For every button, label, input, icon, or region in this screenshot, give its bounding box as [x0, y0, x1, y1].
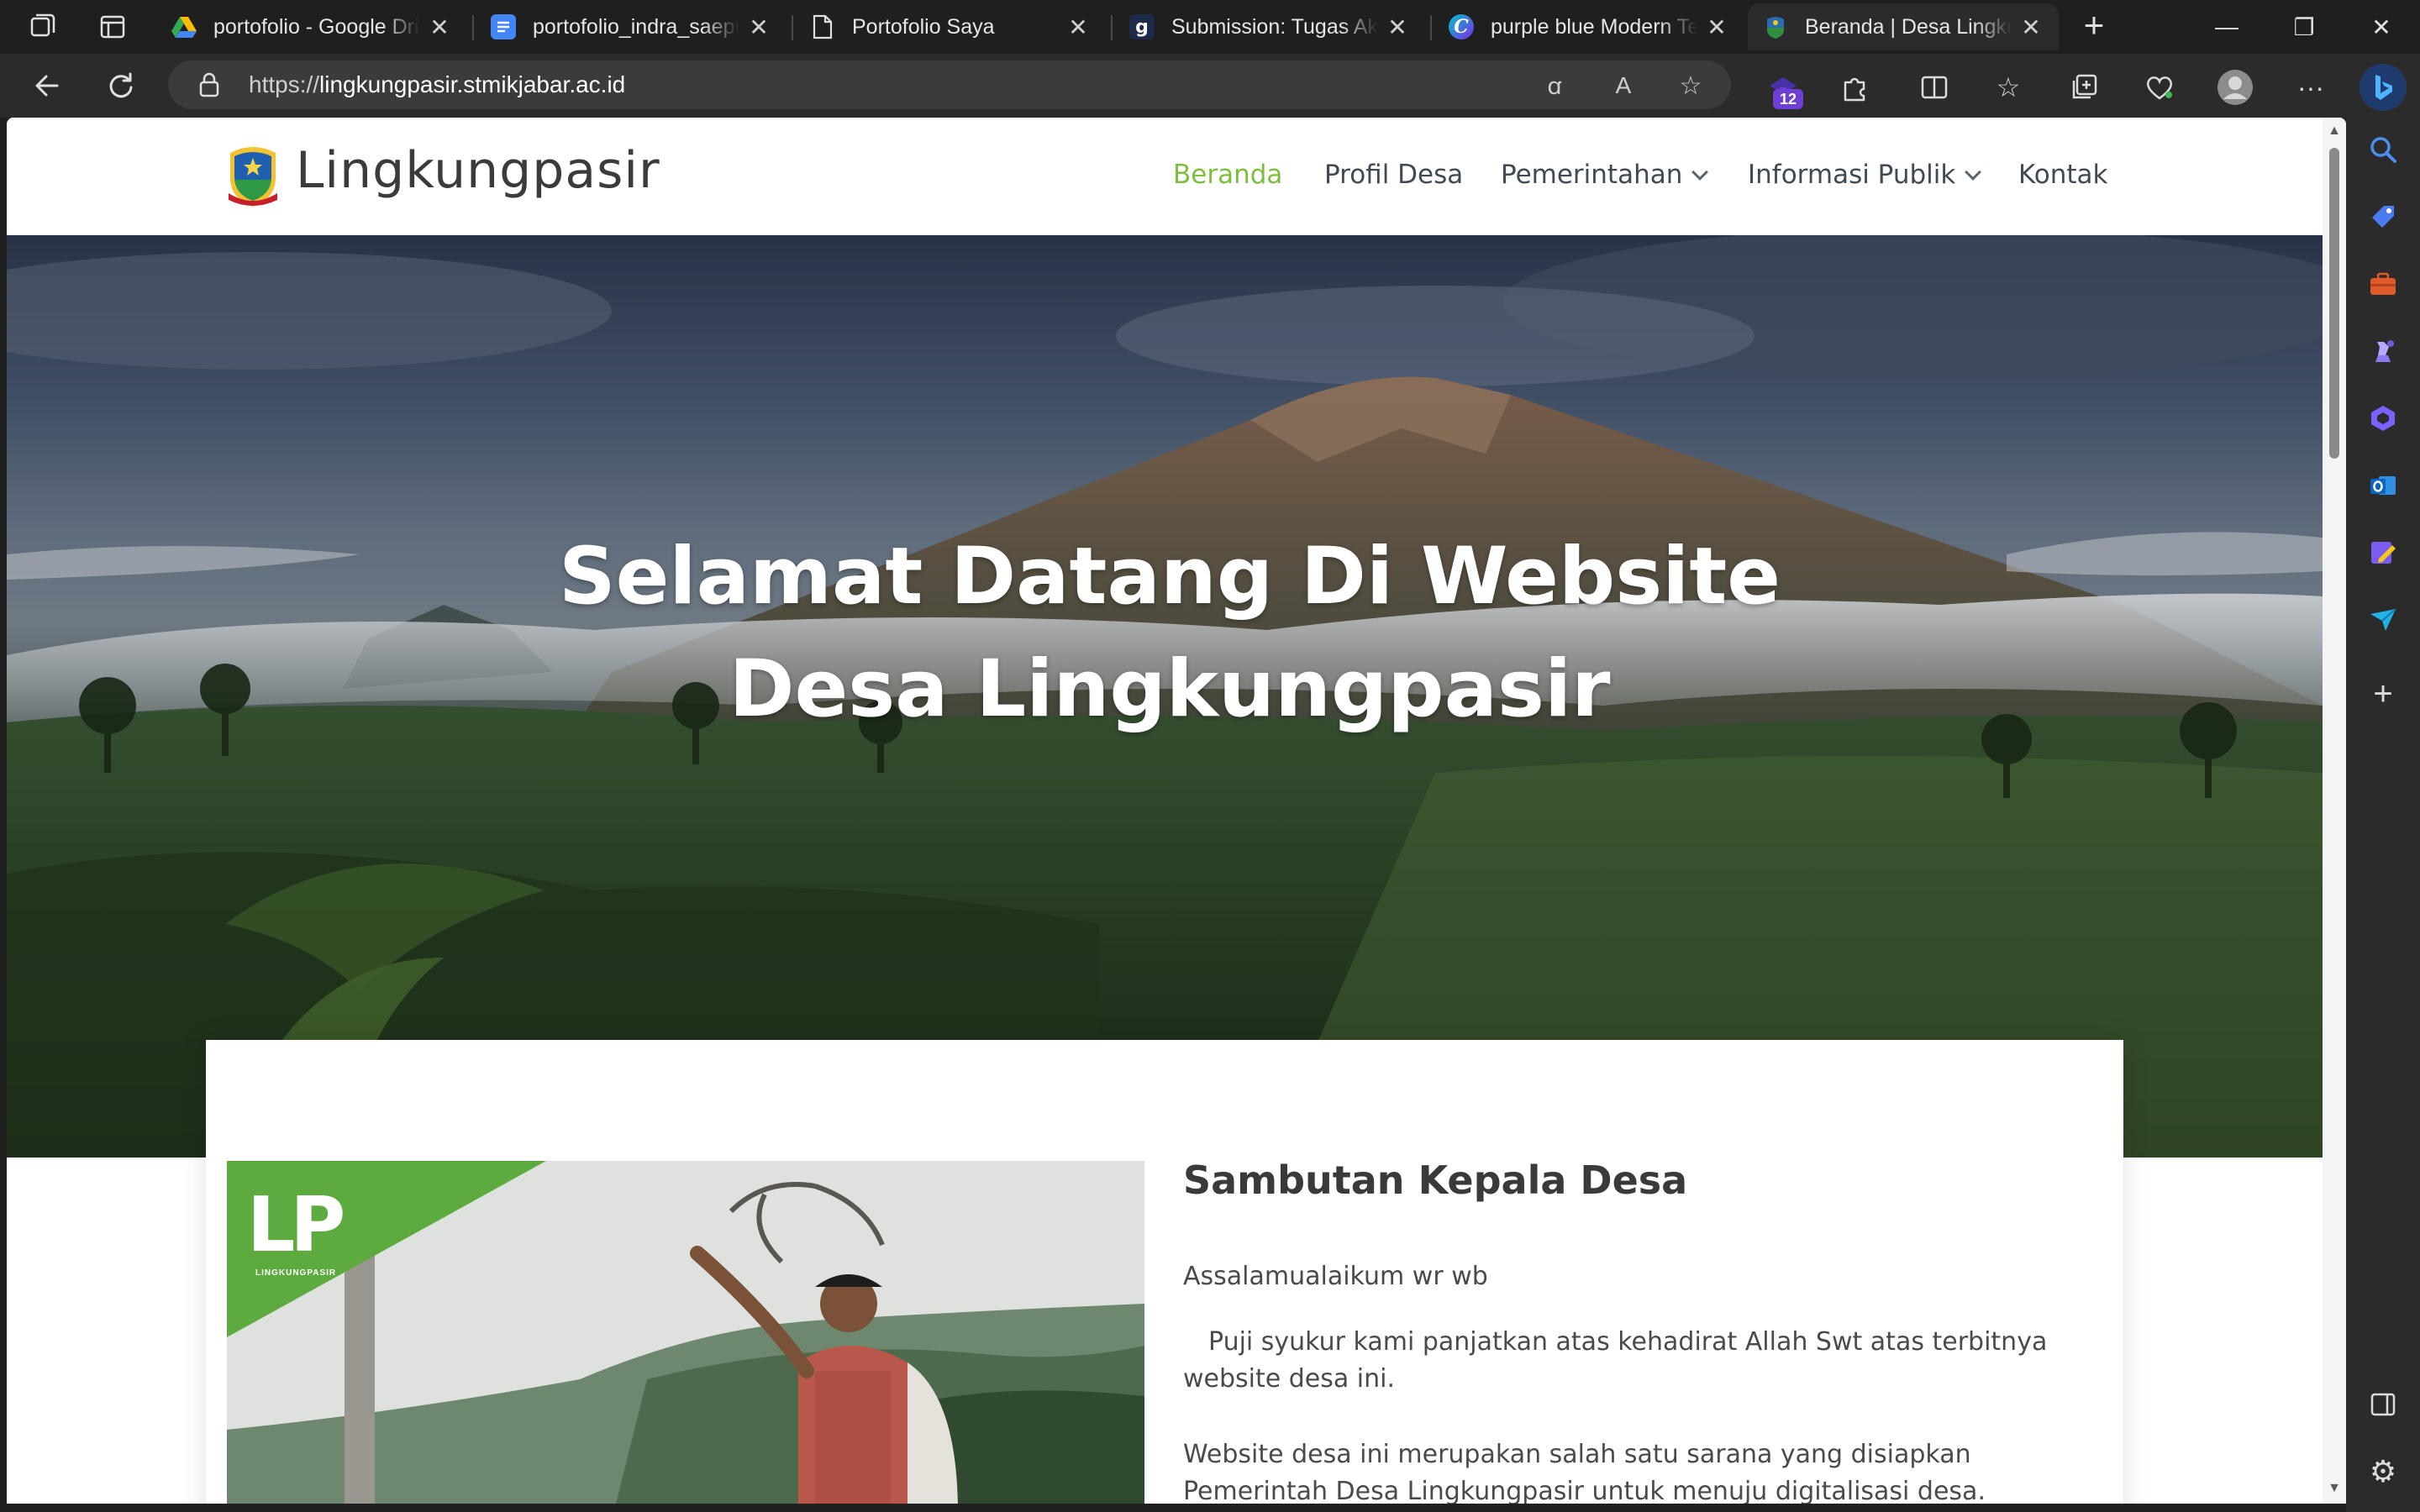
settings-gear-icon[interactable]: ⚙ — [2365, 1453, 2402, 1490]
tab-separator — [1111, 15, 1113, 40]
tab-title: Portofolio Saya — [852, 14, 995, 39]
nav-beranda[interactable]: Beranda — [1173, 160, 1282, 190]
profile-avatar-icon[interactable] — [2215, 67, 2255, 108]
photo-image — [227, 1161, 1144, 1504]
workspaces-icon[interactable] — [25, 10, 59, 44]
greeting-text: Assalamualaikum wr wb — [1183, 1262, 1488, 1291]
favorite-star-icon[interactable]: ☆ — [1674, 69, 1707, 102]
hero-title-line-2: Desa Lingkungpasir — [729, 643, 1611, 735]
close-tab-icon[interactable]: ✕ — [1385, 14, 1410, 40]
tab-portofolio-saya[interactable]: Portofolio Saya ✕ — [795, 3, 1106, 50]
refresh-icon[interactable] — [99, 64, 143, 108]
nav-kontak[interactable]: Kontak — [2018, 160, 2108, 190]
tab-separator — [472, 15, 474, 40]
browser-essentials-icon[interactable] — [2139, 67, 2180, 108]
scrollbar-thumb[interactable] — [2329, 148, 2339, 459]
extension-badge: 12 — [1773, 89, 1803, 109]
tab-actions-icon[interactable] — [96, 10, 129, 44]
tab-bar: portofolio - Google Drive ✕ portofolio_i… — [0, 0, 2420, 54]
drop-notes-icon[interactable] — [2365, 534, 2402, 571]
document-icon — [810, 14, 835, 39]
tab-beranda-active[interactable]: Beranda | Desa Lingkungpasir ✕ — [1748, 3, 2059, 50]
read-aloud-icon[interactable]: A — [1607, 69, 1640, 102]
url-text[interactable]: https://lingkungpasir.stmikjabar.ac.id — [249, 60, 625, 109]
lock-icon[interactable] — [198, 72, 220, 97]
outlook-icon[interactable] — [2365, 467, 2402, 504]
site-brand[interactable]: Lingkungpasir — [296, 141, 660, 200]
section-title: Sambutan Kepala Desa — [1183, 1158, 1688, 1203]
close-tab-icon[interactable]: ✕ — [1704, 14, 1729, 40]
new-tab-button[interactable]: + — [2075, 8, 2112, 45]
chevron-down-icon — [1965, 164, 1982, 181]
tab-title: Submission: Tugas Akhir — [1171, 14, 1378, 39]
hero-title-line-1: Selamat Datang Di Website — [558, 531, 1781, 622]
url-field[interactable]: https://lingkungpasir.stmikjabar.ac.id ꭤ… — [168, 60, 1731, 109]
close-tab-icon[interactable]: ✕ — [1065, 14, 1091, 40]
g-letter-icon: g — [1129, 14, 1155, 39]
nav-profil-desa[interactable]: Profil Desa — [1324, 160, 1463, 190]
restore-button[interactable]: ❐ — [2269, 0, 2339, 54]
nav-pemerintahan[interactable]: Pemerintahan — [1501, 160, 1709, 190]
tab-separator — [792, 15, 793, 40]
tab-title: portofolio_indra_saepudin — [533, 14, 739, 39]
hide-sidebar-icon[interactable] — [2365, 1386, 2402, 1423]
shopping-tag-icon[interactable] — [2365, 198, 2402, 235]
microsoft-365-icon[interactable] — [2365, 400, 2402, 437]
tab-google-docs[interactable]: portofolio_indra_saepudin ✕ — [476, 3, 786, 50]
close-window-button[interactable]: ✕ — [2346, 0, 2417, 54]
extensions-puzzle-icon[interactable] — [1835, 67, 1876, 108]
nav-informasi-publik[interactable]: Informasi Publik — [1748, 160, 1982, 190]
tab-submission[interactable]: g Submission: Tugas Akhir ✕ — [1114, 3, 1425, 50]
tab-google-drive[interactable]: portofolio - Google Drive ✕ — [156, 3, 467, 50]
tab-title: portofolio - Google Drive — [213, 14, 420, 39]
tab-separator — [1430, 15, 1432, 40]
back-icon[interactable] — [25, 64, 69, 108]
google-docs-icon — [491, 14, 516, 39]
collections-icon[interactable] — [2064, 67, 2104, 108]
village-emblem-logo[interactable] — [224, 141, 282, 210]
close-tab-icon[interactable]: ✕ — [427, 14, 452, 40]
edge-sidebar: + ⚙ — [2346, 54, 2420, 1512]
bing-copilot-icon[interactable] — [2360, 64, 2407, 111]
games-icon[interactable] — [2365, 333, 2402, 370]
send-icon[interactable] — [2365, 601, 2402, 638]
google-drive-icon — [171, 14, 197, 39]
site-header: Lingkungpasir Beranda Profil Desa Pemeri… — [7, 118, 2323, 235]
welcome-paragraph-1: Puji syukur kami panjatkan atas kehadira… — [1183, 1327, 2048, 1394]
search-icon[interactable] — [2365, 131, 2402, 168]
page-viewport: Lingkungpasir Beranda Profil Desa Pemeri… — [7, 118, 2346, 1504]
lp-logo: LP — [247, 1181, 345, 1269]
translate-icon[interactable]: ꭤ — [1538, 69, 1571, 102]
page-scrollbar[interactable]: ▲ ▼ — [2323, 118, 2346, 1504]
split-screen-icon[interactable] — [1914, 67, 1954, 108]
canva-icon: C — [1449, 14, 1474, 39]
scroll-up-arrow-icon[interactable]: ▲ — [2326, 123, 2343, 139]
tab-canva[interactable]: C purple blue Modern Tech ✕ — [1434, 3, 1744, 50]
scroll-down-arrow-icon[interactable]: ▼ — [2326, 1480, 2343, 1497]
close-tab-icon[interactable]: ✕ — [2018, 14, 2044, 40]
tab-title: Beranda | Desa Lingkungpasir — [1805, 14, 2012, 39]
lp-logo-caption: LINGKUNGPASIR — [255, 1268, 337, 1278]
nav-label: Informasi Publik — [1748, 160, 1956, 190]
chevron-down-icon — [1691, 164, 1709, 181]
village-emblem-icon — [1763, 14, 1788, 39]
tab-title: purple blue Modern Tech — [1491, 14, 1697, 39]
favorites-icon[interactable]: ☆ — [1988, 67, 2028, 108]
welcome-paragraph-2: Website desa ini merupakan salah satu sa… — [1183, 1440, 1986, 1504]
add-sidebar-app-icon[interactable]: + — [2365, 675, 2402, 712]
tools-briefcase-icon[interactable] — [2365, 265, 2402, 302]
address-bar-row: https://lingkungpasir.stmikjabar.ac.id ꭤ… — [0, 54, 2420, 118]
nav-label: Pemerintahan — [1501, 160, 1683, 190]
url-host: lingkungpasir.stmikjabar.ac.id — [319, 71, 626, 97]
url-prefix: https:// — [249, 71, 320, 97]
more-options-icon[interactable]: ··· — [2291, 67, 2331, 108]
close-tab-icon[interactable]: ✕ — [746, 14, 771, 40]
minimize-button[interactable]: — — [2191, 0, 2262, 54]
village-head-photo: LP LINGKUNGPASIR — [227, 1161, 1144, 1504]
hero-title: Selamat Datang Di Website Desa Lingkungp… — [7, 521, 2323, 746]
hero-banner: Selamat Datang Di Website Desa Lingkungp… — [7, 235, 2323, 1158]
